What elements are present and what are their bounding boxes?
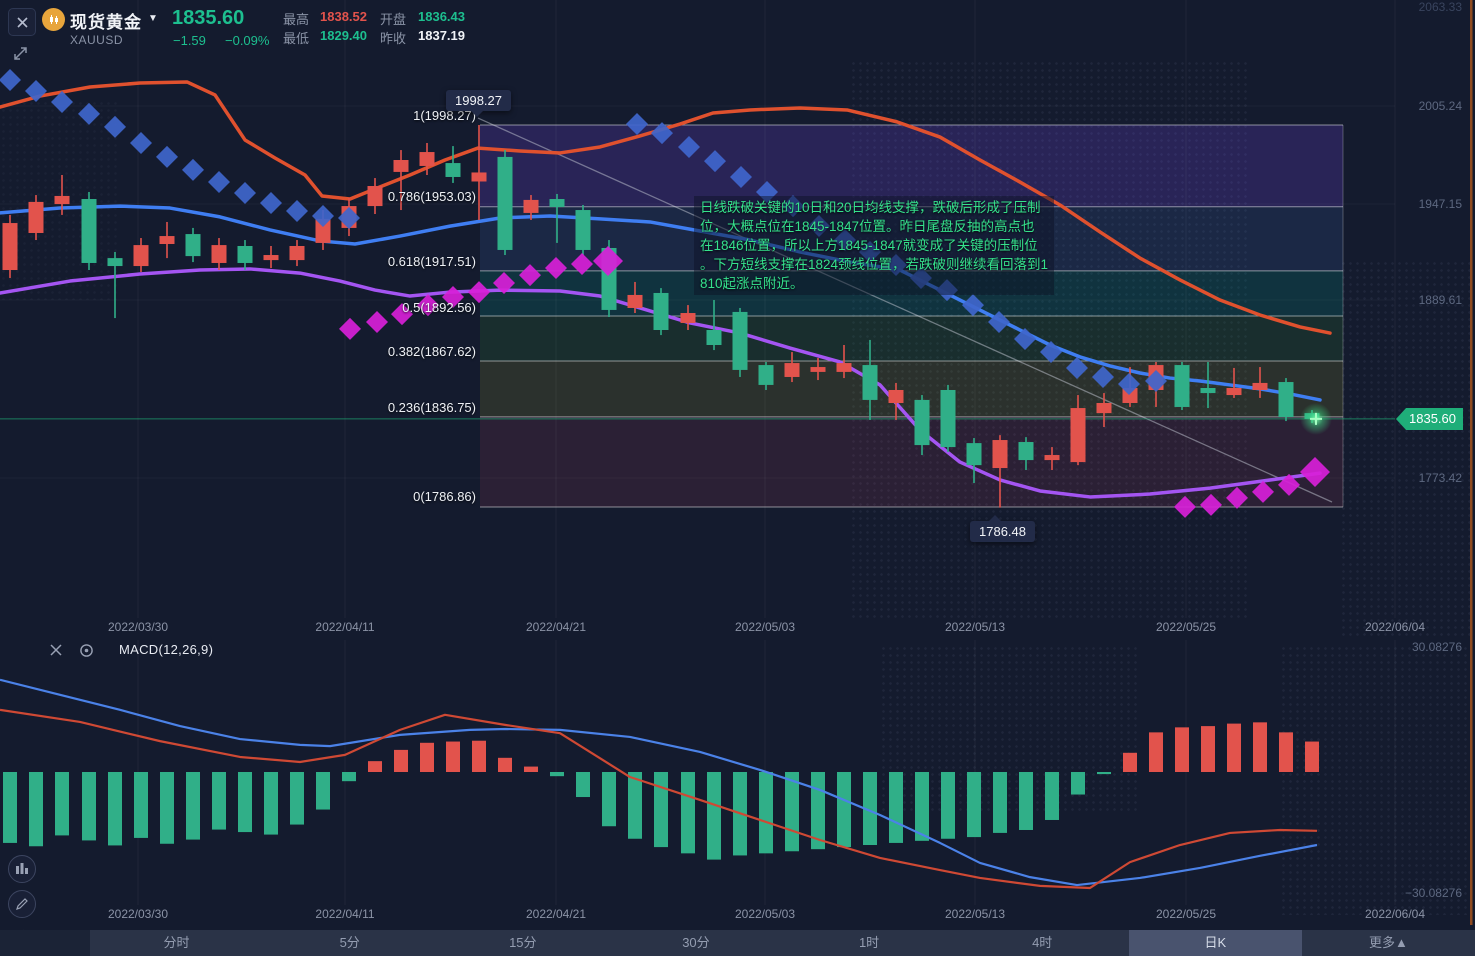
price-change-pct: −0.09%	[225, 33, 270, 48]
fib-label-0236: 0.236(1836.75)	[387, 400, 476, 415]
date-tick: 2022/04/21	[525, 907, 587, 921]
last-price: 1835.60	[172, 7, 245, 29]
low-price-tooltip: 1786.48	[970, 515, 1035, 542]
analyst-annotation: 日线跌破关键的10日和20日均线支撑，跌破后形成了压制 位，大概点位在1845-…	[694, 196, 1055, 295]
price-change: −1.59	[173, 33, 206, 48]
macd-lines	[0, 678, 1318, 890]
symbol-code: XAUUSD	[70, 33, 124, 47]
fib-label-0382: 0.382(1867.62)	[387, 344, 476, 359]
macd-indicator-title[interactable]: MACD(12,26,9)	[119, 642, 213, 657]
fib-lines	[480, 124, 1344, 508]
high-price-tooltip: 1998.27	[446, 90, 511, 117]
gold-symbol-icon	[42, 8, 65, 31]
stat-low-value: 1829.40	[320, 28, 367, 43]
trend-line	[477, 117, 1333, 503]
macd-histogram	[3, 722, 1319, 860]
candles-layer	[2, 125, 1320, 508]
stat-high-value: 1838.52	[320, 9, 367, 24]
stat-low-label: 最低	[283, 31, 310, 46]
sar-diamonds	[0, 68, 1330, 518]
fib-label-1: 1(1998.27)	[413, 108, 476, 123]
stat-high-label: 最高	[283, 12, 310, 27]
date-tick: 2022/05/13	[944, 907, 1006, 921]
map-dots-decor	[850, 60, 1250, 620]
tab-daily-k[interactable]: 日K	[1128, 930, 1302, 956]
map-dots-decor	[1280, 645, 1470, 915]
last-price-glow	[1300, 402, 1332, 435]
axis-label: 1947.15	[1418, 197, 1462, 211]
tab-1h[interactable]: 1时	[783, 930, 956, 956]
date-tick: 2022/04/11	[315, 620, 375, 634]
chevron-down-icon[interactable]: ▼	[148, 13, 158, 24]
axis-label: 2005.24	[1418, 99, 1462, 113]
chart-style-button[interactable]	[8, 855, 36, 883]
fib-label-0: 0(1786.86)	[413, 489, 476, 504]
macd-close-icon[interactable]	[49, 643, 63, 662]
ma-lines	[0, 80, 1332, 499]
last-price-badge: 1835.60	[1396, 408, 1463, 430]
expand-icon[interactable]	[11, 44, 30, 68]
macd-settings-icon[interactable]	[79, 643, 94, 663]
fib-label-05: 0.5(1892.56)	[402, 300, 476, 315]
tab-5min[interactable]: 5分	[263, 930, 436, 956]
date-tick: 2022/05/25	[1155, 620, 1217, 634]
tab-4h[interactable]: 4时	[956, 930, 1129, 956]
timeframe-tabbar: 分时 5分 15分 30分 1时 4时 日K 更多▲	[0, 930, 1475, 956]
fib-label-0786: 0.786(1953.03)	[387, 189, 476, 204]
date-tick: 2022/05/13	[944, 620, 1006, 634]
macd-min-label: −30.08276	[1404, 886, 1462, 900]
tab-30min[interactable]: 30分	[609, 930, 782, 956]
fib-bands	[480, 125, 1343, 507]
date-tick: 2022/06/04	[1364, 620, 1426, 634]
date-tick: 2022/06/04	[1364, 907, 1426, 921]
grid-lines	[0, 0, 1396, 905]
fib-label-0618: 0.618(1917.51)	[387, 254, 476, 269]
close-chart-button[interactable]	[8, 8, 36, 36]
date-tick: 2022/05/03	[734, 620, 796, 634]
trading-app: 现货黄金 ▼ XAUUSD 1835.60 −1.59 −0.09% 最高 18…	[0, 0, 1475, 956]
tab-more[interactable]: 更多▲	[1302, 930, 1475, 956]
tab-fenshi[interactable]: 分时	[90, 930, 263, 956]
stat-prevclose-label: 昨收	[380, 31, 407, 46]
axis-label: 1889.61	[1418, 293, 1462, 307]
stat-prevclose-value: 1837.19	[418, 28, 465, 43]
stat-open-label: 开盘	[380, 12, 407, 27]
stat-open-value: 1836.43	[418, 9, 465, 24]
chart-canvas[interactable]	[0, 0, 1475, 956]
tab-15min[interactable]: 15分	[436, 930, 609, 956]
draw-pencil-button[interactable]	[8, 890, 36, 918]
date-tick: 2022/03/30	[107, 620, 169, 634]
date-tick: 2022/05/25	[1155, 907, 1217, 921]
date-tick: 2022/05/03	[734, 907, 796, 921]
date-tick: 2022/03/30	[107, 907, 169, 921]
date-tick: 2022/04/11	[315, 907, 375, 921]
map-dots-decor	[880, 645, 1140, 815]
date-tick: 2022/04/21	[525, 620, 587, 634]
macd-max-label: 30.08276	[1411, 640, 1462, 654]
axis-label-faint: 2063.33	[1418, 0, 1462, 14]
symbol-name[interactable]: 现货黄金	[70, 8, 142, 33]
map-dots-decor	[1340, 260, 1470, 640]
right-edge-accent	[1470, 0, 1473, 925]
axis-label: 1773.42	[1418, 471, 1462, 485]
